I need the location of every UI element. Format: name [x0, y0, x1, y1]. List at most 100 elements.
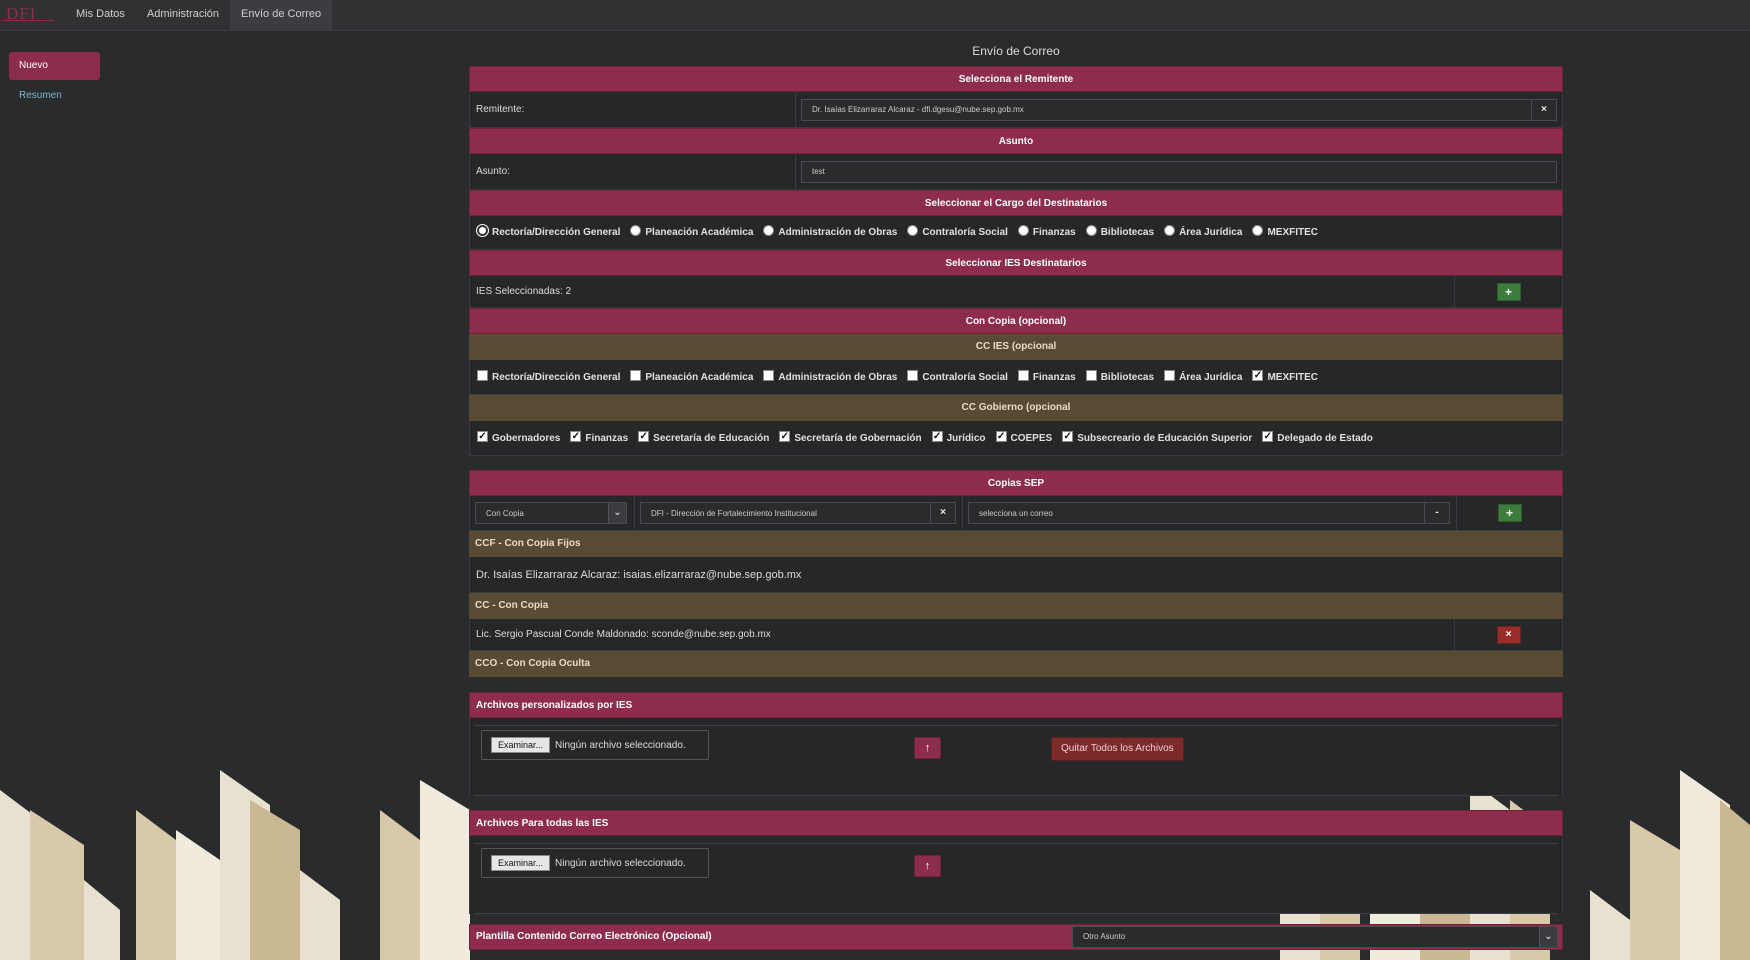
browse-button[interactable]: Examinar...	[491, 855, 551, 871]
cc-ies-option[interactable]: Contraloría Social	[907, 369, 1008, 383]
cc-ies-option[interactable]: Área Jurídica	[1164, 369, 1243, 383]
copia-tipo-value: Con Copia	[486, 508, 524, 518]
top-navbar: DFI Mis Datos Administración Envío de Co…	[0, 0, 1750, 31]
radio-icon[interactable]	[630, 225, 642, 236]
cc-remove-button[interactable]: ×	[1496, 625, 1521, 644]
checkbox-checked-icon[interactable]: ✓	[1062, 430, 1074, 442]
cc-gob-option[interactable]: ✓ Finanzas	[570, 430, 628, 444]
radio-icon[interactable]	[1252, 225, 1264, 236]
sidebar-resumen-link[interactable]: Resumen	[9, 82, 100, 110]
checkbox-icon[interactable]	[763, 369, 775, 381]
cc-ies-option[interactable]: Bibliotecas	[1085, 369, 1155, 383]
divider	[474, 913, 1558, 914]
brand-logo[interactable]: DFI	[0, 0, 62, 30]
cc-gob-option[interactable]: ✓ Delegado de Estado	[1262, 430, 1373, 444]
radio-icon[interactable]	[763, 225, 775, 236]
ies-count-label: IES Seleccionadas: 2	[476, 286, 572, 297]
cc-gob-option[interactable]: ✓ Gobernadores	[477, 430, 560, 444]
radio-icon[interactable]	[1164, 225, 1176, 236]
checkbox-icon[interactable]	[1164, 369, 1176, 381]
cc-header: CC - Con Copia	[469, 593, 1563, 619]
checkbox-icon[interactable]	[907, 369, 919, 381]
copia-direccion-select[interactable]: DFI - Dirección de Fortalecimiento Insti…	[640, 502, 956, 524]
cc-gob-option[interactable]: ✓ COEPES	[995, 430, 1052, 444]
checkbox-checked-icon[interactable]: ✓	[570, 430, 582, 442]
checkbox-checked-icon[interactable]: ✓	[779, 430, 791, 442]
radio-selected-icon[interactable]	[477, 225, 488, 236]
browse-button[interactable]: Examinar...	[491, 737, 551, 753]
divider	[474, 843, 1558, 844]
cc-gob-option[interactable]: ✓ Secretaría de Gobernación	[779, 430, 922, 444]
plantilla-header-row: Plantilla Contenido Correo Electrónico (…	[469, 924, 1563, 950]
archivos-todas-file-input[interactable]: Examinar... Ningún archivo seleccionado.	[481, 848, 709, 878]
cargo-option-planeacion[interactable]: Planeación Académica	[630, 225, 753, 238]
cargo-option-juridica[interactable]: Área Jurídica	[1164, 225, 1242, 238]
cc-gob-option[interactable]: ✓ Subsecreario de Educación Superior	[1062, 430, 1252, 444]
cc-ies-option-label: Área Jurídica	[1179, 371, 1243, 383]
main-content: Envío de Correo Selecciona el Remitente …	[469, 35, 1563, 950]
no-file-text: Ningún archivo seleccionado.	[555, 739, 686, 751]
copia-correo-placeholder: selecciona un correo	[979, 508, 1053, 518]
divider	[474, 725, 1558, 726]
checkbox-checked-icon[interactable]: ✓	[1262, 430, 1274, 442]
chevron-down-icon[interactable]: ⌄	[608, 503, 626, 523]
cargo-option-label: MEXFITEC	[1267, 227, 1318, 238]
sidebar-nuevo-button[interactable]: Nuevo	[9, 52, 100, 80]
cco-header: CCO - Con Copia Oculta	[469, 651, 1563, 677]
remitente-value: Dr. Isaías Elizarraraz Alcaraz - dfi.dge…	[812, 105, 1024, 114]
archivos-ies-file-input[interactable]: Examinar... Ningún archivo seleccionado.	[481, 730, 709, 760]
radio-icon[interactable]	[907, 225, 919, 236]
checkbox-checked-icon[interactable]: ✓	[995, 430, 1007, 442]
sidebar: Nuevo Resumen	[9, 52, 100, 110]
cargo-option-contraloria[interactable]: Contraloría Social	[907, 225, 1008, 238]
remitente-clear-icon[interactable]: ×	[1531, 99, 1556, 120]
copia-correo-select[interactable]: selecciona un correo -	[968, 502, 1450, 524]
upload-arrow-icon[interactable]: ↑	[914, 855, 941, 877]
cc-ies-option[interactable]: Rectoría/Dirección General	[477, 369, 620, 383]
checkbox-icon[interactable]	[630, 369, 642, 381]
cc-ies-option[interactable]: Administración de Obras	[763, 369, 897, 383]
plantilla-select[interactable]: Otro Asunto ⌄	[1072, 926, 1558, 948]
checkbox-checked-icon[interactable]: ✓	[638, 430, 650, 442]
radio-icon[interactable]	[1017, 225, 1029, 236]
correo-dropdown-icon[interactable]: -	[1424, 503, 1449, 523]
checkbox-icon[interactable]	[1085, 369, 1097, 381]
archivos-ies-panel: Examinar... Ningún archivo seleccionado.…	[469, 718, 1563, 796]
copia-direccion-cell: DFI - Dirección de Fortalecimiento Insti…	[634, 496, 962, 530]
cc-ies-option-label: Bibliotecas	[1100, 371, 1155, 383]
chevron-down-icon[interactable]: ⌄	[1539, 927, 1557, 947]
cargo-option-bibliotecas[interactable]: Bibliotecas	[1085, 225, 1154, 238]
cc-entry-cell: Lic. Sergio Pascual Conde Maldonado: sco…	[470, 619, 1454, 650]
cc-gob-option[interactable]: ✓ Secretaría de Educación	[638, 430, 769, 444]
cc-gob-option-label: Secretaría de Gobernación	[794, 432, 922, 444]
copia-add-button[interactable]: +	[1497, 504, 1522, 522]
radio-icon[interactable]	[1085, 225, 1097, 236]
checkbox-checked-icon[interactable]: ✓	[477, 430, 488, 442]
copia-tipo-select[interactable]: Con Copia ⌄	[475, 502, 627, 524]
cargo-option-obras[interactable]: Administración de Obras	[763, 225, 897, 238]
cc-gob-option[interactable]: ✓ Jurídico	[931, 430, 986, 444]
remitente-header: Selecciona el Remitente	[469, 66, 1563, 92]
cc-ies-option[interactable]: ✓ MEXFITEC	[1252, 369, 1318, 383]
nav-administracion[interactable]: Administración	[136, 0, 230, 30]
direccion-clear-icon[interactable]: ×	[930, 503, 955, 523]
checkbox-icon[interactable]	[1017, 369, 1029, 381]
upload-arrow-icon[interactable]: ↑	[914, 737, 941, 759]
nav-mis-datos[interactable]: Mis Datos	[65, 0, 136, 30]
quitar-todos-button[interactable]: Quitar Todos los Archivos	[1051, 737, 1184, 761]
checkbox-checked-icon[interactable]: ✓	[1252, 369, 1264, 381]
asunto-input[interactable]: test	[801, 160, 1557, 183]
cargo-option-finanzas[interactable]: Finanzas	[1017, 225, 1076, 238]
ies-add-button[interactable]: +	[1496, 282, 1521, 301]
cargo-option-mexfitec[interactable]: MEXFITEC	[1252, 225, 1318, 238]
checkbox-icon[interactable]	[477, 369, 488, 381]
cc-ies-option[interactable]: Finanzas	[1017, 369, 1076, 383]
cargo-option-rectoria[interactable]: Rectoría/Dirección General	[477, 225, 620, 238]
nav-envio-de-correo[interactable]: Envío de Correo	[230, 0, 333, 30]
copia-tipo-cell: Con Copia ⌄	[470, 496, 634, 530]
cc-ies-option[interactable]: Planeación Académica	[630, 369, 753, 383]
cc-gobierno-header: CC Gobierno (opcional	[469, 395, 1563, 421]
checkbox-checked-icon[interactable]: ✓	[931, 430, 943, 442]
remitente-select[interactable]: Dr. Isaías Elizarraraz Alcaraz - dfi.dge…	[801, 98, 1557, 121]
cargo-radio-group: Rectoría/Dirección General Planeación Ac…	[470, 216, 1328, 249]
